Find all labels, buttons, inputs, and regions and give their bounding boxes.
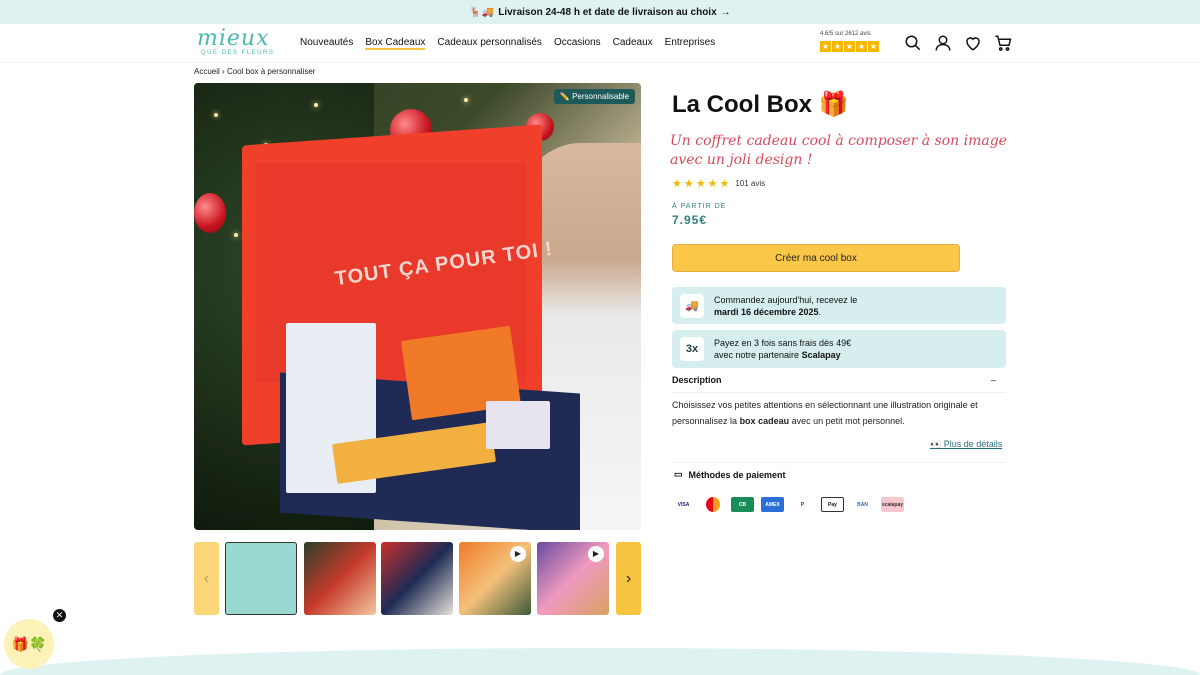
light	[214, 113, 218, 117]
description-toggle[interactable]: Description –	[672, 375, 1006, 385]
reindeer-emoji: 🦌🚚	[469, 6, 495, 18]
apple-pay-icon: Pay	[821, 497, 844, 512]
payment-methods-heading[interactable]: ▭ Méthodes de paiement	[674, 469, 786, 480]
cb-icon: CB	[731, 497, 754, 512]
search-icon[interactable]	[904, 34, 922, 52]
price-from-label: À PARTIR DE	[672, 203, 727, 210]
star-icon: ★	[856, 41, 867, 52]
thumbnail[interactable]	[304, 542, 376, 615]
collapse-icon: –	[990, 375, 996, 385]
arrow-right-icon: →	[720, 6, 731, 18]
main-nav: Nouveautés Box Cadeaux Cadeaux personnal…	[300, 37, 715, 50]
card-icon: ▭	[674, 469, 683, 479]
paypal-icon: P	[800, 501, 805, 508]
close-icon[interactable]: ✕	[53, 609, 66, 622]
star-icon: ★	[868, 41, 879, 52]
footer-wave	[0, 648, 1200, 675]
item-cleaning	[486, 401, 550, 449]
description-text: Choisissez vos petites attentions en sél…	[672, 400, 978, 426]
rating-stars: ★ ★ ★ ★ ★	[820, 41, 884, 52]
breadcrumb-current: Cool box à personnaliser	[226, 67, 316, 76]
partner-name: Scalapay	[801, 350, 841, 360]
header-icons	[904, 34, 1012, 52]
site-header: mieux QUE DES FLEURS Nouveautés Box Cade…	[0, 24, 1200, 63]
review-stars: ★★★★★	[672, 178, 732, 190]
divider	[672, 392, 1006, 393]
divider	[672, 462, 1006, 463]
thumbnail[interactable]: ▶	[459, 542, 531, 615]
nav-cadeaux-personnalises[interactable]: Cadeaux personnalisés	[437, 37, 542, 50]
account-icon[interactable]	[934, 34, 952, 52]
create-box-button[interactable]: Créer ma cool box	[672, 244, 960, 272]
product-hero-image[interactable]: TOUT ÇA POUR TOI ! ✏️ Personnalisable	[194, 83, 641, 530]
personalizable-badge: ✏️ Personnalisable	[553, 89, 635, 104]
delivery-info: 🚚 Commandez aujourd'hui, recevez le mard…	[672, 287, 1006, 324]
announcement-bar[interactable]: 🦌🚚 Livraison 24-48 h et date de livraiso…	[0, 0, 1200, 24]
announcement-text: Livraison 24-48 h et date de livraison a…	[498, 6, 717, 18]
review-count: 101 avis	[735, 179, 766, 188]
product-subtitle: Un coffret cadeau cool à composer à son …	[670, 133, 1007, 168]
three-times-icon: 3x	[680, 337, 704, 361]
thumbnail[interactable]	[225, 542, 297, 615]
star-icon: ★	[820, 41, 831, 52]
nav-box-cadeaux[interactable]: Box Cadeaux	[365, 37, 426, 50]
site-rating[interactable]: 4.6/5 sur 2612 avis ★ ★ ★ ★ ★	[820, 31, 884, 52]
gift-widget[interactable]: 🎁🍀	[4, 619, 54, 669]
thumbnail[interactable]: ▶	[537, 542, 609, 615]
light	[314, 103, 318, 107]
logo-subtitle: QUE DES FLEURS	[201, 50, 275, 56]
play-icon: ▶	[588, 546, 604, 562]
more-details-link[interactable]: 👀 Plus de détails	[930, 439, 1002, 450]
visa-icon: VISA	[677, 501, 690, 508]
cart-icon[interactable]	[994, 34, 1012, 52]
star-icon: ★	[844, 41, 855, 52]
bancontact-icon: BAN	[857, 501, 868, 508]
amex-icon: AMEX	[761, 497, 784, 512]
payment-line1: Payez en 3 fois sans frais dès 49€	[714, 338, 852, 348]
ornament	[194, 193, 226, 233]
nav-occasions[interactable]: Occasions	[554, 37, 601, 50]
payment-logos: VISA CB AMEX P Pay BAN scalapay	[672, 497, 904, 512]
description-heading: Description	[672, 375, 722, 385]
mastercard-icon	[706, 497, 720, 512]
breadcrumb: Accueil › Cool box à personnaliser	[194, 67, 315, 76]
nav-cadeaux[interactable]: Cadeaux	[613, 37, 653, 50]
delivery-line1: Commandez aujourd'hui, recevez le	[714, 294, 858, 305]
light	[464, 98, 468, 102]
scalapay-icon: scalapay	[881, 497, 904, 512]
truck-icon: 🚚	[680, 293, 704, 318]
breadcrumb-separator: ›	[222, 67, 225, 76]
product-price: 7.95€	[672, 213, 708, 227]
thumb-next-button[interactable]: ›	[616, 542, 641, 615]
thumbnail[interactable]	[381, 542, 453, 615]
nav-nouveautes[interactable]: Nouveautés	[300, 37, 353, 50]
star-icon: ★	[832, 41, 843, 52]
thumb-prev-button[interactable]: ‹	[194, 542, 219, 615]
logo[interactable]: mieux QUE DES FLEURS	[197, 28, 279, 60]
product-reviews[interactable]: ★★★★★ 101 avis	[672, 177, 765, 190]
scalapay-info: 3x Payez en 3 fois sans frais dès 49€ av…	[672, 330, 1006, 368]
product-title: La Cool Box 🎁	[672, 91, 849, 118]
delivery-date: mardi 16 décembre 2025	[714, 306, 819, 317]
heart-icon[interactable]	[964, 34, 982, 52]
nav-entreprises[interactable]: Entreprises	[665, 37, 716, 50]
play-icon: ▶	[510, 546, 526, 562]
logo-word: mieux	[197, 26, 270, 51]
breadcrumb-home[interactable]: Accueil	[194, 67, 220, 76]
light	[234, 233, 238, 237]
site-rating-text: 4.6/5 sur 2612 avis	[820, 31, 871, 37]
